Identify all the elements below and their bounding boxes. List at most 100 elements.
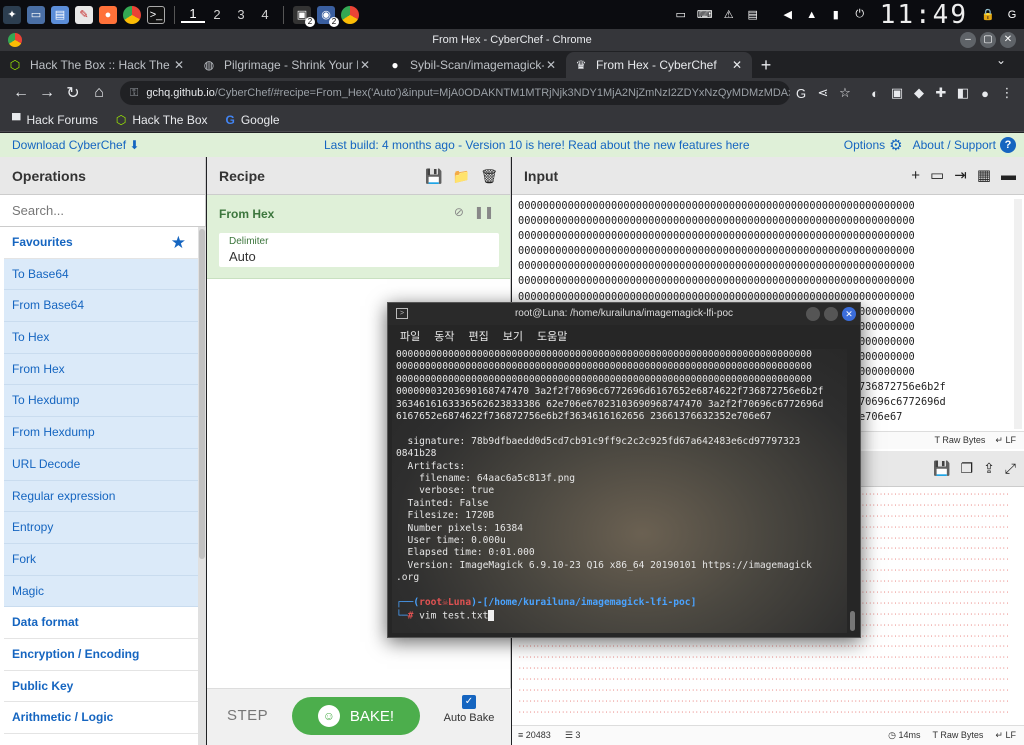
op-magic[interactable]: Magic xyxy=(4,575,198,608)
terminal-output[interactable]: 0000000000000000000000000000000000000000… xyxy=(392,349,847,633)
input-scrollbar[interactable] xyxy=(1014,199,1022,429)
side-panel-icon[interactable]: ◧ xyxy=(952,85,974,101)
category-public-key[interactable]: Public Key xyxy=(4,671,198,703)
op-to-hexdump[interactable]: To Hexdump xyxy=(4,385,198,418)
tab-cyberchef[interactable]: ♛ From Hex - CyberChef ✕ xyxy=(566,52,752,78)
terminal-close-button[interactable]: ✕ xyxy=(842,307,856,321)
bookmark-hack-the-box[interactable]: ⬡ Hack The Box xyxy=(116,113,208,127)
category-arithmetic-logic[interactable]: Arithmetic / Logic xyxy=(4,702,198,734)
tab-search-chevron-icon[interactable]: ⌄ xyxy=(996,53,1006,67)
op-regular-expression[interactable]: Regular expression xyxy=(4,480,198,513)
workspace-4[interactable]: 4 xyxy=(253,7,277,22)
tab-close-icon[interactable]: ✕ xyxy=(172,58,186,72)
scrollbar-thumb[interactable] xyxy=(850,611,855,631)
clear-input-icon[interactable]: ▦ xyxy=(977,157,991,195)
gear-icon[interactable]: ⚙ xyxy=(889,136,902,154)
chrome-window-icon[interactable] xyxy=(341,5,359,24)
disable-icon[interactable]: ⊘ xyxy=(454,205,464,219)
notification-icon[interactable]: ⚠ xyxy=(720,6,738,24)
bookmark-google[interactable]: G Google xyxy=(226,113,280,127)
tab-close-icon[interactable]: ✕ xyxy=(730,58,744,72)
puzzle-extensions-icon[interactable]: ✚ xyxy=(930,85,952,101)
new-tab-button[interactable]: + xyxy=(752,52,780,78)
bookmark-hack-forums[interactable]: ▀ Hack Forums xyxy=(12,113,98,127)
download-cyberchef-link[interactable]: Download CyberChef ⬇ xyxy=(12,138,139,152)
menu-file[interactable]: 파일 xyxy=(400,328,420,344)
text-editor-icon[interactable]: ✎ xyxy=(75,5,93,24)
extension-icon[interactable]: ▣ xyxy=(886,85,908,101)
step-button[interactable]: STEP xyxy=(227,707,268,724)
bell-icon[interactable]: ▲ xyxy=(803,6,821,24)
keyboard-icon[interactable]: ⌨ xyxy=(696,6,714,24)
site-info-icon[interactable]: ⚿ xyxy=(130,87,138,100)
recipe-operation-from-hex[interactable]: From Hex ⊘ ❚❚ Delimiter Auto xyxy=(207,195,510,279)
about-link[interactable]: About / Support xyxy=(913,138,996,152)
op-url-decode[interactable]: URL Decode xyxy=(4,448,198,481)
screen-icon[interactable]: ▭ xyxy=(672,6,690,24)
op-entropy[interactable]: Entropy xyxy=(4,512,198,544)
workspace-1[interactable]: 1 xyxy=(181,6,205,23)
terminal-scrollbar[interactable] xyxy=(849,349,857,633)
bookmark-star-icon[interactable]: ☆ xyxy=(834,85,856,101)
star-icon[interactable]: ★ xyxy=(171,227,186,258)
lock-icon[interactable]: 🔒 xyxy=(979,6,997,24)
copy-output-icon[interactable]: ❐ xyxy=(961,460,974,477)
op-from-hexdump[interactable]: From Hexdump xyxy=(4,417,198,449)
input-eol[interactable]: ↵ LF xyxy=(995,435,1016,446)
kebab-menu-icon[interactable]: ⋮ xyxy=(996,85,1018,101)
options-link[interactable]: Options xyxy=(844,138,885,152)
terminal-window[interactable]: > root@Luna: /home/kurailuna/imagemagick… xyxy=(387,302,861,638)
terminal-minimize-button[interactable] xyxy=(806,307,820,321)
input-raw-bytes[interactable]: T Raw Bytes xyxy=(935,435,986,446)
save-icon[interactable]: 💾 xyxy=(425,157,442,195)
chrome-icon[interactable] xyxy=(123,5,141,24)
maximize-button[interactable]: ▢ xyxy=(980,32,996,48)
op-from-base64[interactable]: From Base64 xyxy=(4,290,198,323)
tab-close-icon[interactable]: ✕ xyxy=(544,58,558,72)
forward-arrow-icon[interactable]: → xyxy=(34,84,60,102)
open-folder-icon[interactable]: ▭ xyxy=(930,157,944,195)
auto-bake-checkbox[interactable]: ✓ Auto Bake xyxy=(439,695,499,724)
workspace-3[interactable]: 3 xyxy=(229,7,253,22)
bake-button[interactable]: ☺ BAKE! xyxy=(292,697,420,735)
favourites-category[interactable]: Favourites ★ xyxy=(4,227,198,259)
delimiter-field[interactable]: Delimiter Auto xyxy=(219,233,499,267)
battery-icon[interactable]: ▮ xyxy=(827,6,845,24)
category-data-format[interactable]: Data format xyxy=(4,607,198,639)
maximize-icon[interactable]: ⤢ xyxy=(1005,460,1016,477)
menu-edit[interactable]: 편집 xyxy=(469,328,489,344)
open-file-icon[interactable]: ⇥ xyxy=(954,157,967,195)
profile-icon[interactable]: ● xyxy=(974,86,996,101)
pause-icon[interactable]: ❚❚ xyxy=(474,205,494,219)
tab-close-icon[interactable]: ✕ xyxy=(358,58,372,72)
firefox-icon[interactable]: ● xyxy=(99,5,117,24)
terminal-maximize-button[interactable] xyxy=(824,307,838,321)
app-launcher-icon[interactable]: ✦ xyxy=(3,5,21,24)
operations-search-input[interactable]: Search... xyxy=(0,195,205,227)
share-icon[interactable]: ⋖ xyxy=(812,85,834,101)
tab-github[interactable]: ● Sybil-Scan/imagemagick-l ✕ xyxy=(380,52,566,78)
volume-icon[interactable]: ◀ xyxy=(779,6,797,24)
category-encryption-encoding[interactable]: Encryption / Encoding xyxy=(4,639,198,671)
desktop-icon[interactable]: ▭ xyxy=(27,5,45,24)
account-icon[interactable]: G xyxy=(1003,6,1021,24)
reload-icon[interactable]: ↻ xyxy=(60,83,86,103)
op-from-hex[interactable]: From Hex xyxy=(4,353,198,386)
terminal-icon[interactable]: >_ xyxy=(147,5,165,24)
minimize-button[interactable]: – xyxy=(960,32,976,48)
layout-icon[interactable]: ▬ xyxy=(1001,157,1016,195)
chrome-window-icon[interactable]: ◉ 2 xyxy=(317,5,339,27)
op-fork[interactable]: Fork xyxy=(4,543,198,576)
op-to-base64[interactable]: To Base64 xyxy=(4,258,198,291)
extension-icon[interactable]: ◐ xyxy=(864,86,886,101)
terminal-window-icon[interactable]: ▣ 2 xyxy=(293,5,315,27)
folder-icon[interactable]: 📁 xyxy=(453,157,470,195)
clipboard-icon[interactable]: ▤ xyxy=(744,6,762,24)
op-to-hex[interactable]: To Hex xyxy=(4,322,198,354)
workspace-2[interactable]: 2 xyxy=(205,7,229,22)
power-icon[interactable]: ⏻ xyxy=(851,6,869,24)
output-raw-bytes[interactable]: T Raw Bytes xyxy=(933,730,984,741)
terminal-prompt[interactable]: ┌──(root☠Luna)-[/home/kurailuna/imagemag… xyxy=(392,597,847,622)
output-eol[interactable]: ↵ LF xyxy=(995,730,1016,741)
operations-scrollbar[interactable] xyxy=(198,227,206,745)
